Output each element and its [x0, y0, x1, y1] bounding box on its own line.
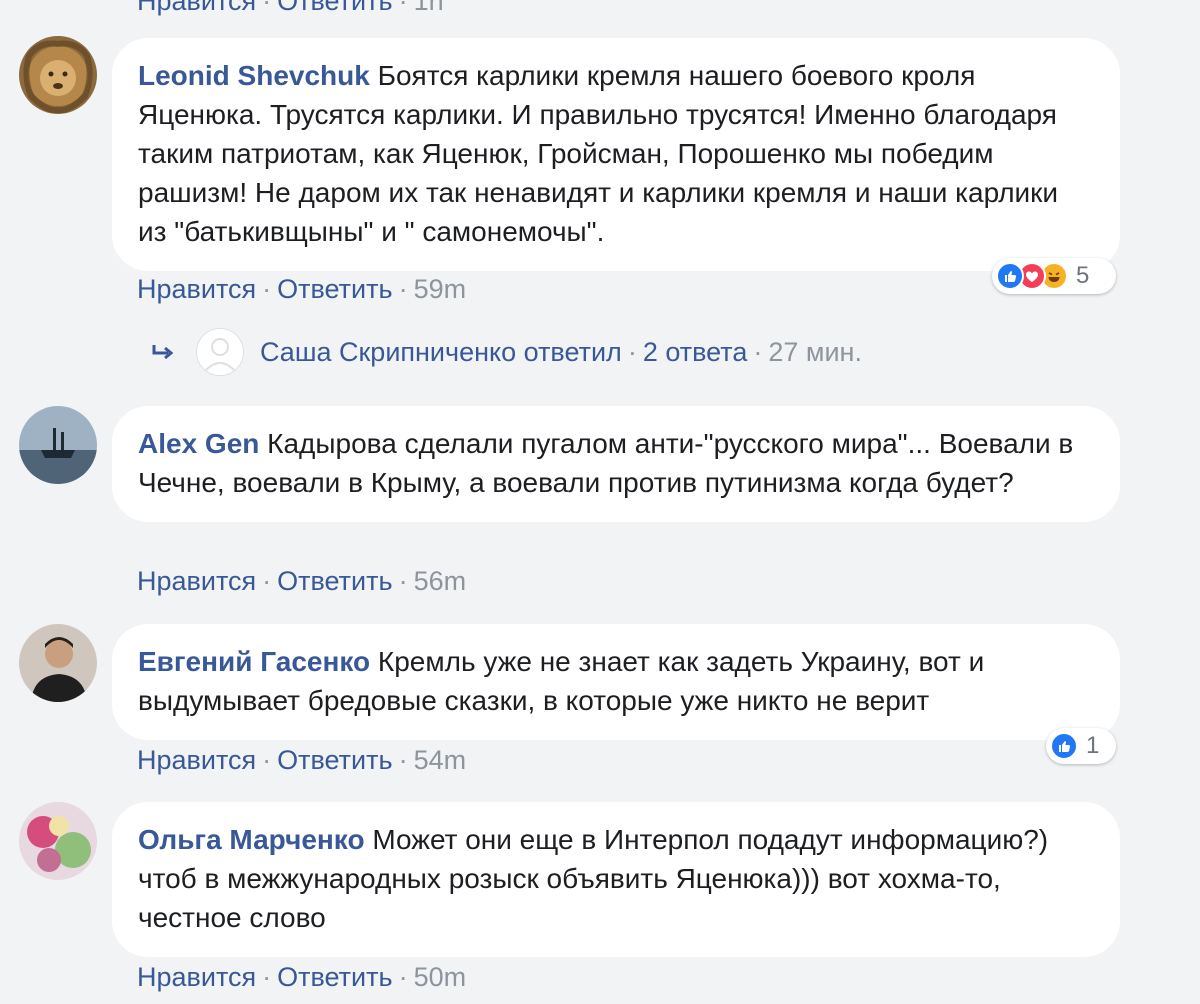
comment-text: Кадырова сделали пугалом анти-"русского …	[138, 428, 1074, 498]
avatar[interactable]	[19, 406, 97, 484]
like-icon	[1050, 732, 1078, 760]
comment-time[interactable]: 59m	[414, 274, 467, 304]
ship-avatar-icon	[19, 406, 97, 484]
avatar[interactable]	[196, 328, 244, 376]
avatar[interactable]	[19, 802, 97, 880]
comment-actions: Нравится · Ответить · 56m	[137, 566, 467, 596]
reply-time: 27 мин.	[768, 336, 862, 367]
reply-link[interactable]: Ответить	[277, 962, 392, 992]
comment-bubble: Leonid Shevchuk Боятся карлики кремля на…	[112, 38, 1120, 271]
person-avatar-icon	[19, 624, 97, 702]
comment-actions: Нравится · Ответить · 54m	[137, 745, 467, 775]
comment-bubble: Alex Gen Кадырова сделали пугалом анти-"…	[112, 406, 1120, 522]
reply-link[interactable]: Ответить	[277, 745, 392, 775]
comment-author[interactable]: Ольга Марченко	[138, 824, 365, 855]
comment-time[interactable]: 54m	[414, 745, 467, 775]
reactions-summary[interactable]: 1	[1046, 728, 1116, 764]
like-link[interactable]: Нравится	[137, 0, 256, 16]
reply-link[interactable]: Ответить	[277, 274, 392, 304]
like-link[interactable]: Нравится	[137, 962, 256, 992]
like-link[interactable]: Нравится	[137, 745, 256, 775]
reply-author[interactable]: Саша Скрипниченко ответил	[260, 337, 622, 368]
reply-count[interactable]: 2 ответа	[643, 337, 748, 368]
comment-actions: Нравится · Ответить · 50m	[137, 962, 467, 992]
avatar[interactable]	[19, 624, 97, 702]
comment-actions: Нравится · Ответить · 59m	[137, 274, 467, 304]
default-avatar-icon	[197, 329, 243, 375]
comment-bubble: Ольга Марченко Может они еще в Интерпол …	[112, 802, 1120, 957]
comment-bubble: Евгений Гасенко Кремль уже не знает как …	[112, 624, 1120, 740]
comment-author[interactable]: Евгений Гасенко	[138, 646, 370, 677]
comment-time: 1h	[413, 0, 444, 16]
reply-arrow-icon	[152, 345, 174, 360]
comment-time[interactable]: 56m	[414, 566, 467, 596]
like-link[interactable]: Нравится	[137, 274, 256, 304]
flower-avatar-icon	[19, 802, 97, 880]
reply-link[interactable]: Ответить	[277, 566, 392, 596]
comment-author[interactable]: Leonid Shevchuk	[138, 60, 370, 91]
avatar[interactable]	[19, 36, 97, 114]
reaction-count: 1	[1086, 732, 1100, 759]
replies-summary[interactable]: Саша Скрипниченко ответил · 2 ответа · 27 ми…	[148, 328, 862, 376]
reactions-summary[interactable]: 5	[992, 258, 1116, 294]
comment-time[interactable]: 50m	[414, 962, 467, 992]
reply-link[interactable]: Ответить	[277, 0, 392, 16]
lion-avatar-icon	[19, 36, 97, 114]
previous-comment-actions: Нравится · Ответить · 1h	[137, 0, 444, 17]
like-link[interactable]: Нравится	[137, 566, 256, 596]
comment-author[interactable]: Alex Gen	[138, 428, 259, 459]
like-icon	[996, 262, 1024, 290]
reaction-count: 5	[1076, 262, 1090, 289]
